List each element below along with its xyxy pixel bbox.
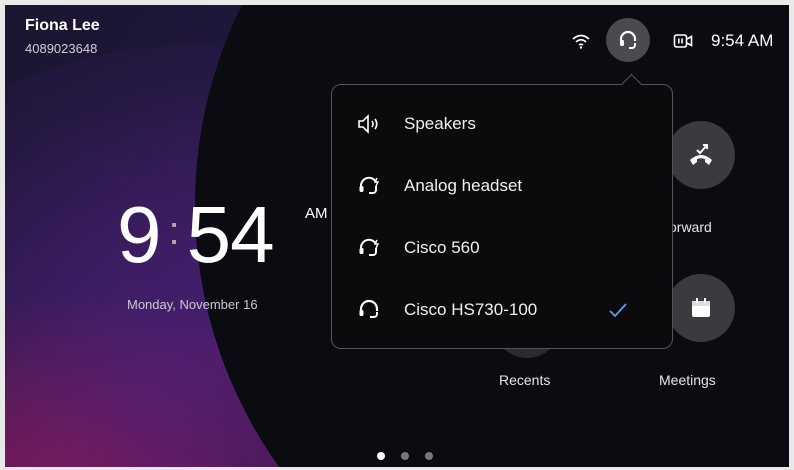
user-number: 4089023648 <box>25 41 98 56</box>
page-indicator <box>377 452 433 460</box>
camera-icon[interactable] <box>673 33 693 49</box>
audio-option-label: Analog headset <box>404 176 523 195</box>
audio-device-button[interactable] <box>606 18 650 62</box>
headset-icon <box>359 299 379 318</box>
meetings-label: Meetings <box>659 372 716 388</box>
clock-minute: 54 <box>186 190 275 279</box>
audio-device-menu: Speakers Analog headset Cisco 560 Cisco … <box>331 84 673 349</box>
wifi-icon <box>572 34 590 49</box>
page-dot-2[interactable] <box>401 452 409 460</box>
audio-option-cisco-hs730[interactable]: Cisco HS730-100 <box>332 285 672 335</box>
check-icon <box>609 303 627 318</box>
home-screen: Fiona Lee 4089023648 9:54 AM 9:54 AM Mon… <box>5 5 789 467</box>
page-dot-1[interactable] <box>377 452 385 460</box>
forward-label: orward <box>669 219 712 235</box>
clock-colon: : <box>168 209 180 253</box>
calendar-icon <box>692 298 710 317</box>
big-clock: 9:54 <box>117 195 275 289</box>
user-name: Fiona Lee <box>25 17 100 34</box>
call-forward-icon <box>690 144 712 165</box>
audio-option-label: Speakers <box>404 114 476 133</box>
status-time: 9:54 AM <box>711 31 774 50</box>
analog-headset-icon <box>359 176 380 194</box>
clock-ampm: AM <box>305 205 328 222</box>
audio-option-speakers[interactable]: Speakers <box>332 99 672 149</box>
clock-hour: 9 <box>117 190 161 279</box>
forward-tile[interactable] <box>667 121 735 189</box>
meetings-tile[interactable] <box>667 274 735 342</box>
audio-option-analog-headset[interactable]: Analog headset <box>332 161 672 211</box>
date-label: Monday, November 16 <box>127 297 258 312</box>
audio-option-label: Cisco HS730-100 <box>404 300 538 319</box>
headset-icon <box>619 30 637 49</box>
recents-label: Recents <box>499 372 551 388</box>
audio-option-label: Cisco 560 <box>404 238 480 257</box>
cisco-560-headset-icon <box>359 238 380 256</box>
page-dot-3[interactable] <box>425 452 433 460</box>
speaker-icon <box>358 114 378 134</box>
audio-option-cisco-560[interactable]: Cisco 560 <box>332 223 672 273</box>
